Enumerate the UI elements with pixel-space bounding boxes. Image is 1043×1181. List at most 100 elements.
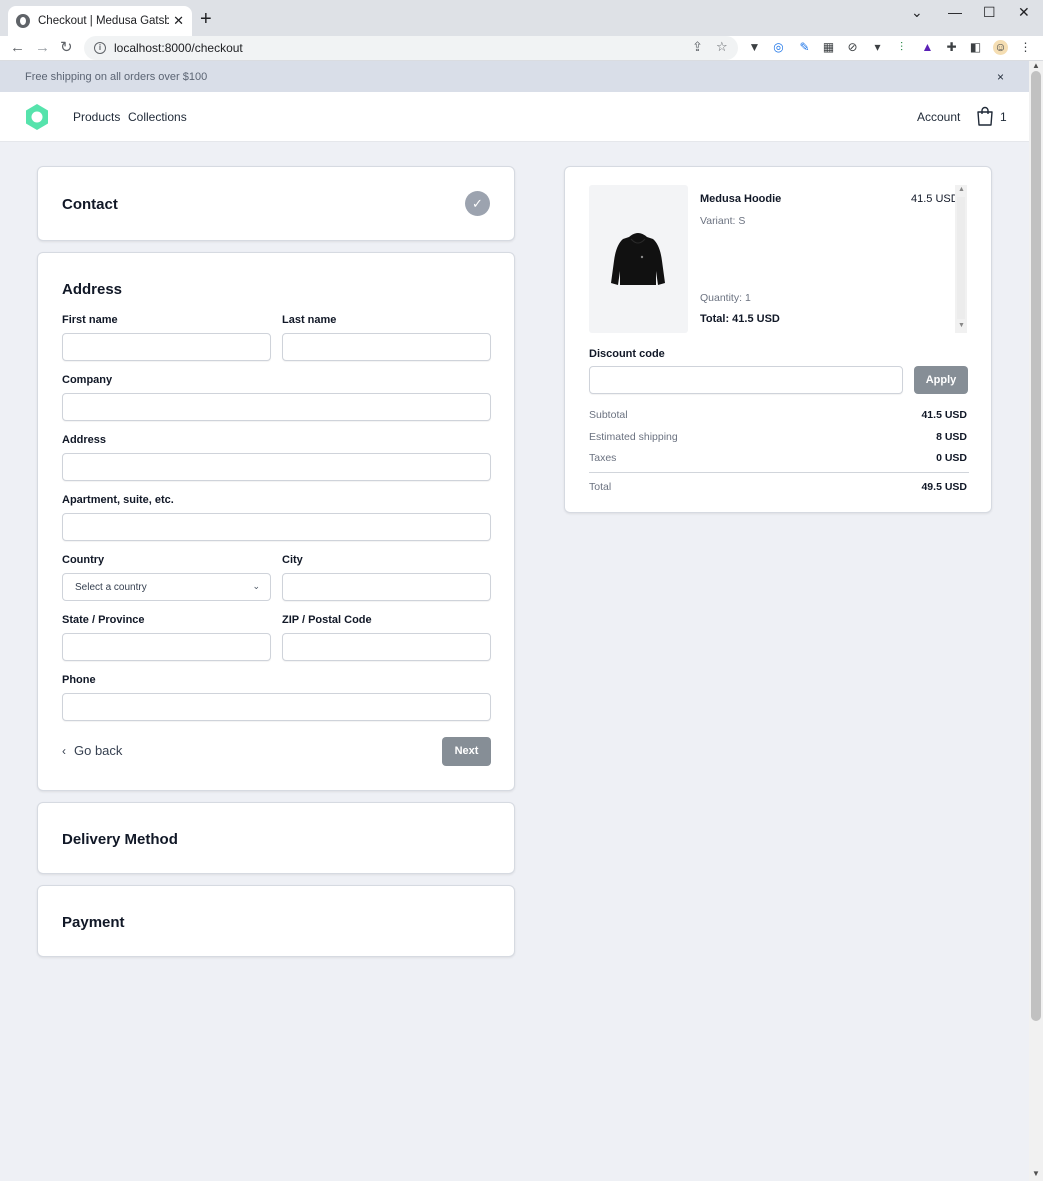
delivery-method-title: Delivery Method xyxy=(62,831,178,848)
discount-code-label: Discount code xyxy=(589,348,665,360)
phone-label: Phone xyxy=(62,674,96,686)
tab-close-icon[interactable]: ✕ xyxy=(173,13,184,29)
cart-count[interactable]: 1 xyxy=(1000,110,1007,124)
globe-icon xyxy=(16,14,30,28)
shipping-label: Estimated shipping xyxy=(589,431,678,443)
url-text[interactable]: localhost:8000/checkout xyxy=(114,41,243,55)
graduation-cap-icon[interactable]: ▲ xyxy=(920,40,935,55)
minimize-icon[interactable]: — xyxy=(948,4,962,20)
product-total: Total: 41.5 USD xyxy=(700,313,780,325)
browser-toolbar: ← → ↻ i localhost:8000/checkout ⇪ ☆ ▼ ◎ … xyxy=(0,36,1043,61)
browser-tab-strip: Checkout | Medusa Gatsby Starter ✕ + ⌄ —… xyxy=(0,0,1043,36)
phone-input[interactable] xyxy=(62,693,491,721)
window-close-icon[interactable]: ✕ xyxy=(1018,4,1030,21)
summary-divider xyxy=(589,472,969,473)
discount-code-input[interactable] xyxy=(589,366,903,394)
funnel-icon[interactable]: ▾ xyxy=(870,40,885,55)
account-link[interactable]: Account xyxy=(917,110,960,124)
state-label: State / Province xyxy=(62,614,145,626)
address-bar[interactable]: i localhost:8000/checkout ⇪ ☆ xyxy=(84,36,738,60)
subtotal-label: Subtotal xyxy=(589,409,628,421)
country-select-value: Select a country xyxy=(75,581,147,593)
next-button[interactable]: Next xyxy=(442,737,491,766)
zip-label: ZIP / Postal Code xyxy=(282,614,372,626)
apartment-input[interactable] xyxy=(62,513,491,541)
block-icon[interactable]: ⊘ xyxy=(845,40,860,55)
product-variant: Variant: S xyxy=(700,215,746,227)
tab-title: Checkout | Medusa Gatsby Starter xyxy=(38,15,170,27)
company-input[interactable] xyxy=(62,393,491,421)
apartment-label: Apartment, suite, etc. xyxy=(62,494,174,506)
page-scrollbar[interactable]: ▲ ▼ xyxy=(1029,61,1043,1181)
nav-collections-link[interactable]: Collections xyxy=(128,110,187,124)
product-name[interactable]: Medusa Hoodie xyxy=(700,193,781,205)
delivery-method-card[interactable]: Delivery Method xyxy=(37,802,515,874)
cart-items-scrollbar[interactable]: ▲ ▼ xyxy=(955,185,967,333)
tab-search-icon[interactable]: ⌄ xyxy=(911,4,923,21)
taxes-label: Taxes xyxy=(589,452,617,464)
total-label: Total xyxy=(589,481,612,493)
scroll-up-icon[interactable]: ▲ xyxy=(958,186,965,193)
product-image[interactable] xyxy=(589,185,688,333)
contact-title: Contact xyxy=(62,196,118,213)
go-back-label: Go back xyxy=(74,743,123,758)
scroll-up-icon[interactable]: ▲ xyxy=(1032,61,1040,70)
country-select[interactable]: Select a country ⌄ xyxy=(62,573,271,601)
product-price: 41.5 USD xyxy=(911,193,959,205)
side-panel-icon[interactable]: ◧ xyxy=(968,40,983,55)
bookmark-star-icon[interactable]: ☆ xyxy=(716,39,728,55)
city-label: City xyxy=(282,554,303,566)
shopping-bag-icon[interactable] xyxy=(976,106,994,126)
address-card: Address First name Last name Company Add… xyxy=(37,252,515,791)
profile-avatar-icon[interactable]: ☺ xyxy=(993,40,1008,55)
back-arrow-icon[interactable]: ← xyxy=(10,38,25,58)
payment-card[interactable]: Payment xyxy=(37,885,515,957)
vue-devtools-icon[interactable]: ▼ xyxy=(747,40,762,55)
company-label: Company xyxy=(62,374,113,386)
medusa-logo-icon[interactable] xyxy=(25,104,49,130)
shipping-value: 8 USD xyxy=(936,431,967,443)
subtotal-value: 41.5 USD xyxy=(921,409,967,421)
qr-code-icon[interactable]: ▦ xyxy=(821,40,836,55)
announcement-close-icon[interactable]: × xyxy=(997,70,1004,84)
forward-arrow-icon[interactable]: → xyxy=(35,38,50,58)
address-input[interactable] xyxy=(62,453,491,481)
browser-tab[interactable]: Checkout | Medusa Gatsby Starter ✕ xyxy=(8,6,192,36)
puzzle-piece-icon[interactable]: ✚ xyxy=(944,40,959,55)
apply-discount-button[interactable]: Apply xyxy=(914,366,968,394)
scrollbar-thumb[interactable] xyxy=(1031,71,1041,1021)
product-quantity: Quantity: 1 xyxy=(700,292,751,304)
payment-title: Payment xyxy=(62,914,125,931)
address-title: Address xyxy=(62,281,123,298)
last-name-input[interactable] xyxy=(282,333,491,361)
nav-products-link[interactable]: Products xyxy=(73,110,120,124)
checkmark-icon: ✓ xyxy=(465,191,490,216)
total-value: 49.5 USD xyxy=(921,481,967,493)
info-icon[interactable]: i xyxy=(94,42,106,54)
first-name-input[interactable] xyxy=(62,333,271,361)
eyedropper-icon[interactable]: ✎ xyxy=(797,40,812,55)
zip-input[interactable] xyxy=(282,633,491,661)
announcement-text: Free shipping on all orders over $100 xyxy=(25,70,208,83)
order-summary-card: Medusa Hoodie 41.5 USD Variant: S Quanti… xyxy=(564,166,992,513)
reload-icon[interactable]: ↻ xyxy=(60,38,73,58)
state-input[interactable] xyxy=(62,633,271,661)
hoodie-image xyxy=(611,233,665,285)
browser-menu-icon[interactable]: ⋮ xyxy=(1018,40,1033,55)
last-name-label: Last name xyxy=(282,314,337,326)
contact-card[interactable]: Contact ✓ xyxy=(37,166,515,241)
cart-item: Medusa Hoodie 41.5 USD Variant: S Quanti… xyxy=(589,185,969,333)
chevron-down-icon: ⌄ xyxy=(252,581,260,591)
taxes-value: 0 USD xyxy=(936,452,967,464)
scroll-down-icon[interactable]: ▼ xyxy=(958,322,965,329)
cart-scrollbar-thumb[interactable] xyxy=(957,197,965,319)
maximize-icon[interactable]: ☐ xyxy=(983,4,996,21)
city-input[interactable] xyxy=(282,573,491,601)
scroll-down-icon[interactable]: ▼ xyxy=(1032,1169,1040,1178)
go-back-button[interactable]: ‹ Go back xyxy=(62,743,122,758)
share-icon[interactable]: ⇪ xyxy=(692,39,703,55)
new-tab-button[interactable]: + xyxy=(200,9,212,29)
extension-circle-icon[interactable]: ◎ xyxy=(771,40,786,55)
chevron-left-icon: ‹ xyxy=(62,743,66,758)
sliders-icon[interactable]: ⫶ xyxy=(894,40,909,55)
